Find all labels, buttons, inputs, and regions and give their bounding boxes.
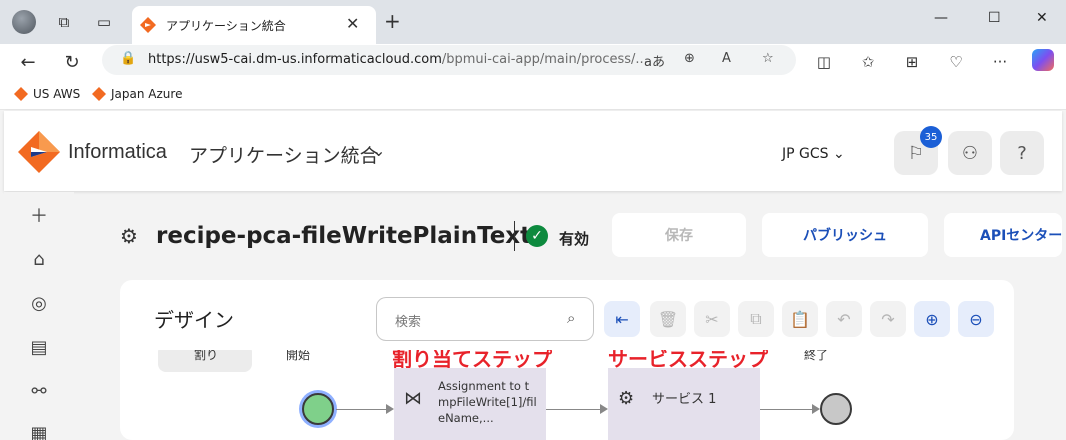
connector-line <box>336 409 390 410</box>
translate-icon[interactable]: aあ <box>644 51 665 70</box>
start-label: 開始 <box>286 350 311 362</box>
notification-badge: 35 <box>920 126 942 148</box>
zoom-in-icon[interactable]: ⊕ <box>914 301 950 337</box>
connector-arrow <box>812 404 820 414</box>
zoom-out-icon[interactable]: ⊖ <box>958 301 994 337</box>
service-step[interactable]: ⚙ サービス 1 <box>608 368 760 440</box>
collections-icon[interactable]: ⊞ <box>900 50 924 74</box>
api-center-button[interactable]: APIセンター <box>944 213 1062 257</box>
service-step-label: サービス 1 <box>652 392 717 407</box>
tab-title: アプリケーション統合 <box>166 19 286 33</box>
browser-toolbar: ← ↻ 🔒 https://usw5-cai.dm-us.informatica… <box>0 44 1066 80</box>
design-panel: デザイン 検索 ⌕ ⇤ 🗑 ✂ ⧉ 📋 ↶ ↷ ⊕ ⊖ 割り 開始 終了 割り当… <box>120 280 1014 440</box>
user-icon: ⚇ <box>961 142 979 164</box>
flag-icon: ⚐ <box>907 142 925 164</box>
home-icon[interactable]: ⌂ <box>26 246 52 272</box>
assignment-step[interactable]: ⋈ Assignment to tmpFileWrite[1]/fileName… <box>394 368 546 440</box>
close-window-button[interactable]: ✕ <box>1036 10 1048 26</box>
title-divider <box>514 221 515 251</box>
copy-icon[interactable]: ⧉ <box>738 301 774 337</box>
user-profile-button[interactable]: ⚇ <box>948 131 992 175</box>
bookmarks-bar: US AWS Japan Azure <box>0 80 1066 110</box>
connector-line <box>760 409 816 410</box>
left-nav: ＋ ⌂ ◎ ▤ ⚯ ▦ <box>4 192 74 440</box>
paste-icon[interactable]: 📋 <box>782 301 818 337</box>
app-window: Informatica アプリケーション統合 ⌄ JP GCS ⌄ ⚐ 35 ⚇… <box>4 111 1062 440</box>
redo-icon[interactable]: ↷ <box>870 301 906 337</box>
add-icon[interactable]: ＋ <box>26 202 52 228</box>
browser-tab-active[interactable]: アプリケーション統合 ✕ <box>132 6 376 44</box>
explore-compass-icon[interactable]: ◎ <box>26 290 52 316</box>
address-bar[interactable]: 🔒 https://usw5-cai.dm-us.informaticaclou… <box>102 45 796 75</box>
docs-icon[interactable]: ▦ <box>26 420 52 440</box>
process-gears-icon: ⚙ <box>120 224 138 248</box>
informatica-logo-icon <box>18 131 60 173</box>
help-button[interactable]: ? <box>1000 131 1044 175</box>
bookmark-us-aws[interactable]: US AWS <box>14 87 80 101</box>
assignment-step-label: Assignment to tmpFileWrite[1]/fileName,.… <box>438 379 537 425</box>
assignment-icon: ⋈ <box>404 388 422 409</box>
undo-icon[interactable]: ↶ <box>826 301 862 337</box>
process-canvas[interactable]: 割り 開始 終了 割り当てステップ サービスステップ ⋈ Assignment … <box>120 350 1014 440</box>
palette-item-assignment[interactable]: 割り <box>158 350 252 372</box>
cut-icon[interactable]: ✂ <box>694 301 730 337</box>
more-menu-icon[interactable]: ··· <box>988 50 1012 74</box>
app-header: Informatica アプリケーション統合 ⌄ JP GCS ⌄ ⚐ 35 ⚇… <box>4 111 1062 191</box>
help-icon: ? <box>1017 142 1027 164</box>
tab-close-icon[interactable]: ✕ <box>346 14 359 33</box>
copilot-icon[interactable] <box>1032 49 1054 71</box>
asset-title: recipe-pca-fileWritePlainText <box>156 223 532 249</box>
informatica-bookmark-icon <box>14 87 28 101</box>
tab-actions-icon[interactable]: ▭ <box>92 10 116 34</box>
brand-name: Informatica <box>68 141 167 163</box>
informatica-favicon-icon <box>140 17 156 33</box>
service-gears-icon: ⚙ <box>618 388 635 409</box>
informatica-bookmark-icon <box>92 87 106 101</box>
publish-button[interactable]: パブリッシュ <box>762 213 928 257</box>
new-tab-button[interactable]: + <box>384 9 401 33</box>
profile-avatar[interactable] <box>12 10 36 34</box>
split-screen-icon[interactable]: ◫ <box>812 50 836 74</box>
url-text: https://usw5-cai.dm-us.informaticacloud.… <box>148 52 648 67</box>
org-selector[interactable]: JP GCS ⌄ <box>782 146 845 162</box>
monitor-icon[interactable]: ▤ <box>26 334 52 360</box>
collapse-panel-button[interactable]: ⇤ <box>604 301 640 337</box>
workspaces-icon[interactable]: ⧉ <box>52 10 76 34</box>
search-icon: ⌕ <box>567 309 576 327</box>
connector-line <box>546 409 604 410</box>
maximize-button[interactable]: ☐ <box>988 10 1001 26</box>
status-label: 有効 <box>559 230 590 248</box>
favorites-icon[interactable]: ✩ <box>856 50 880 74</box>
browser-tabbar: ⧉ ▭ アプリケーション統合 ✕ + — ☐ ✕ <box>0 0 1066 44</box>
favorite-star-icon[interactable]: ☆ <box>762 51 774 66</box>
browser-essentials-icon[interactable]: ♡ <box>944 50 968 74</box>
end-node[interactable] <box>820 393 852 425</box>
minimize-button[interactable]: — <box>934 10 948 26</box>
connector-arrow <box>386 404 394 414</box>
back-icon[interactable]: ← <box>16 50 40 74</box>
design-title: デザイン <box>154 308 234 332</box>
end-label: 終了 <box>804 350 829 362</box>
chevron-down-icon[interactable]: ⌄ <box>372 141 385 160</box>
connections-icon[interactable]: ⚯ <box>26 378 52 404</box>
delete-icon[interactable]: 🗑 <box>650 301 686 337</box>
product-switcher[interactable]: アプリケーション統合 <box>189 141 379 168</box>
start-node[interactable] <box>302 393 334 425</box>
valid-check-icon: ✓ <box>526 225 548 247</box>
save-button[interactable]: 保存 <box>612 213 746 257</box>
bookmark-japan-azure[interactable]: Japan Azure <box>92 87 182 101</box>
search-input[interactable]: 検索 ⌕ <box>376 297 594 341</box>
refresh-icon[interactable]: ↻ <box>60 50 84 74</box>
read-aloud-icon[interactable]: A <box>722 51 731 66</box>
connector-arrow <box>600 404 608 414</box>
zoom-icon[interactable]: ⊕ <box>684 51 695 66</box>
lock-icon: 🔒 <box>120 51 137 66</box>
